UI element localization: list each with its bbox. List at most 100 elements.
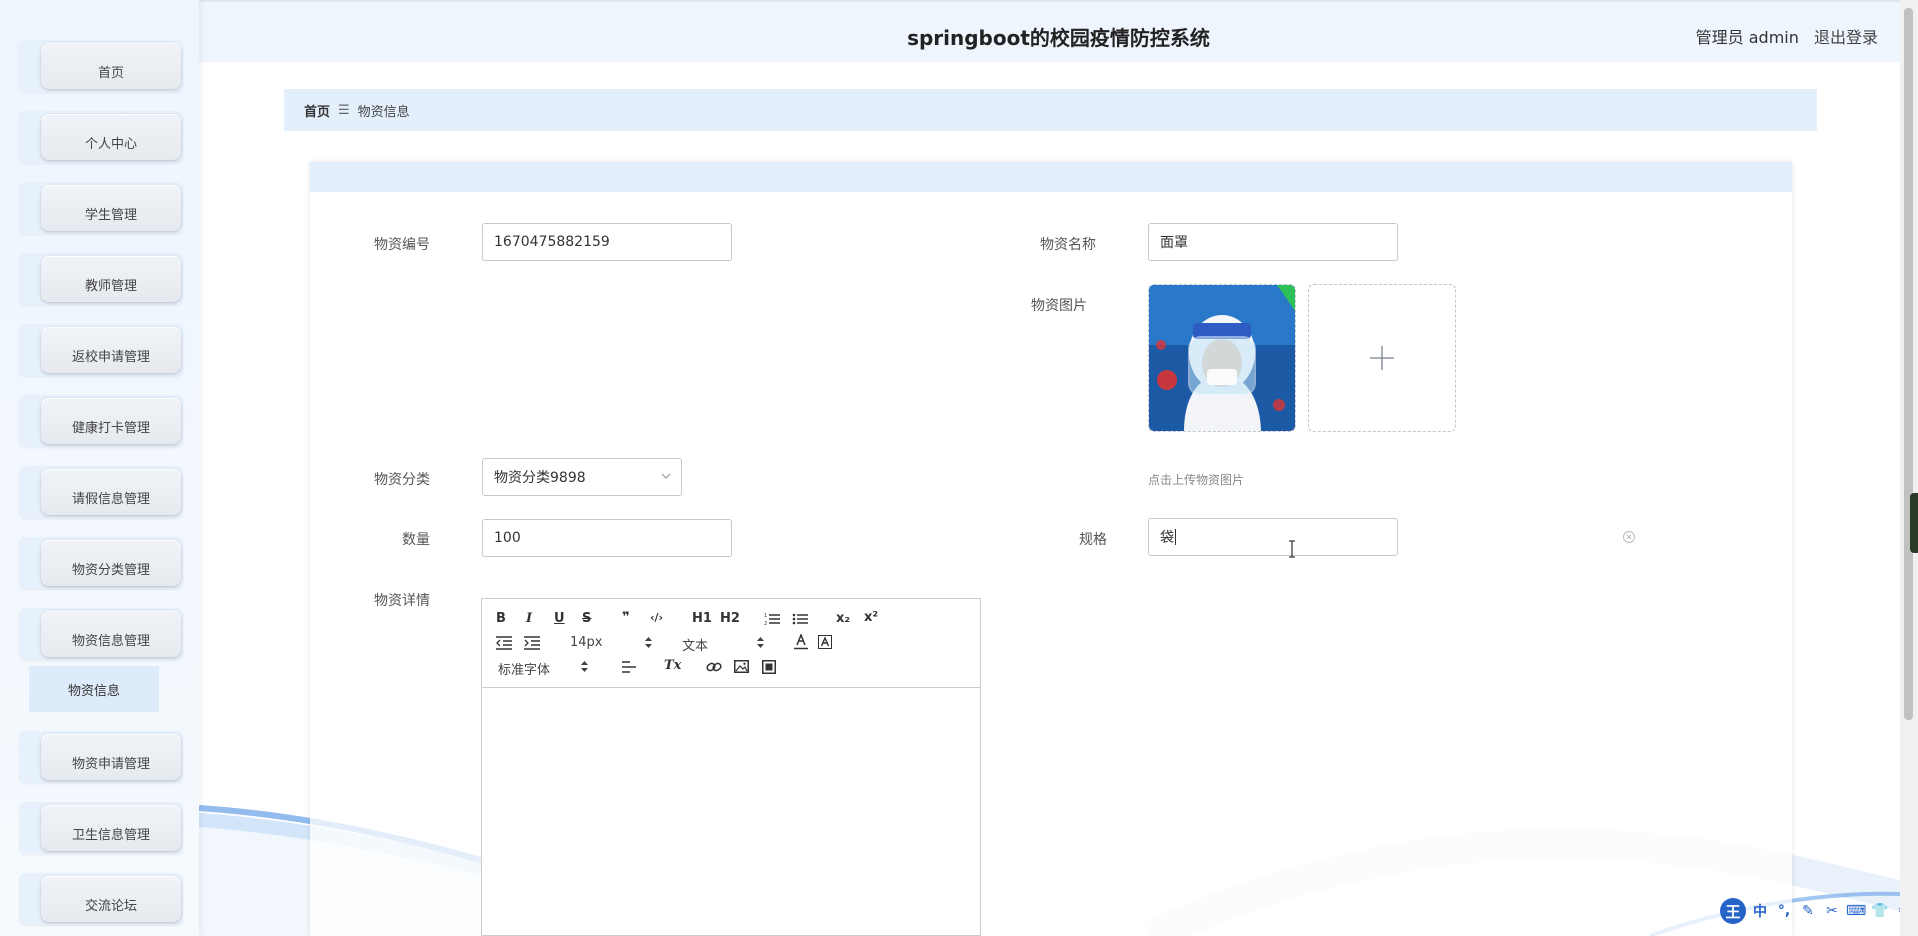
- superscript-button[interactable]: x²: [864, 610, 878, 625]
- svg-text:1: 1: [764, 613, 767, 619]
- user-role: 管理员 admin: [1695, 28, 1799, 47]
- sidebar-item-return-application[interactable]: 返校申请管理: [19, 324, 183, 376]
- sidebar-item-hygiene-info[interactable]: 卫生信息管理: [19, 802, 183, 854]
- sidebar-item-label: 学生管理: [41, 185, 181, 231]
- caret: [1175, 529, 1176, 545]
- sidebar-item-label: 物资申请管理: [41, 734, 181, 780]
- sidebar-item-material-category[interactable]: 物资分类管理: [19, 537, 183, 589]
- sidebar-item-label: 健康打卡管理: [41, 398, 181, 444]
- image-upload-button[interactable]: [1308, 284, 1456, 432]
- sidebar-item-material-application[interactable]: 物资申请管理: [19, 731, 183, 783]
- sidebar-item-label: 个人中心: [41, 114, 181, 160]
- material-detail-label: 物资详情: [374, 593, 430, 609]
- font-family-value: 标准字体: [498, 663, 551, 678]
- ime-screenshot-icon[interactable]: ✂: [1822, 903, 1842, 919]
- breadcrumb-home[interactable]: 首页: [304, 101, 330, 120]
- align-left-icon[interactable]: [622, 660, 636, 674]
- breadcrumb: 首页 ☰ 物资信息: [284, 89, 1817, 131]
- user-area: 管理员 admin 退出登录: [1696, 24, 1878, 48]
- editor-toolbar: B I U S ❞ ‹/› H1 H2 1 2 x₂ x² 14px 文本 标准…: [482, 599, 980, 688]
- material-category-label: 物资分类: [374, 472, 430, 488]
- outdent-icon[interactable]: [496, 636, 512, 650]
- page-scrollbar[interactable]: [1900, 0, 1918, 936]
- quantity-input[interactable]: 100: [482, 519, 732, 557]
- text-color-icon[interactable]: [794, 634, 808, 650]
- header-2-button[interactable]: H2: [720, 611, 740, 626]
- face-shield-photo: [1149, 285, 1295, 431]
- ordered-list-icon[interactable]: 1 2: [764, 612, 780, 626]
- header-type-select[interactable]: 文本: [682, 635, 766, 654]
- sidebar-item-label: 首页: [41, 43, 181, 89]
- material-image-thumbnail[interactable]: [1148, 284, 1296, 432]
- strike-button[interactable]: S: [582, 611, 591, 626]
- breadcrumb-current: 物资信息: [357, 104, 410, 120]
- sidebar-item-home[interactable]: 首页: [19, 40, 183, 92]
- ime-toolbar: 王 中 °, ✎ ✂ ⌨ 👕 ⚙: [1720, 898, 1918, 924]
- indent-icon[interactable]: [524, 636, 540, 650]
- material-form-card: 物资编号 1670475882159 物资名称 面罩 物资图片 点击上传物资图片…: [310, 162, 1792, 936]
- app-title: springboot的校园疫情防控系统: [907, 26, 1210, 50]
- select-arrows-icon: [645, 637, 652, 648]
- ime-logo-icon[interactable]: 王: [1720, 898, 1746, 924]
- sidebar-item-material-info[interactable]: 物资信息管理: [19, 608, 183, 660]
- sidebar-item-personal-center[interactable]: 个人中心: [19, 111, 183, 163]
- underline-button[interactable]: U: [554, 611, 565, 626]
- sidebar-item-forum[interactable]: 交流论坛: [19, 873, 183, 925]
- code-block-button[interactable]: ‹/›: [650, 611, 663, 624]
- subscript-button[interactable]: x₂: [836, 611, 850, 626]
- scrollbar-thumb[interactable]: [1904, 8, 1913, 720]
- side-floating-tab[interactable]: [1910, 493, 1918, 553]
- font-size-select[interactable]: 14px: [570, 635, 654, 650]
- italic-button[interactable]: I: [526, 611, 532, 626]
- blockquote-button[interactable]: ❞: [622, 610, 630, 625]
- top-header: springboot的校园疫情防控系统 管理员 admin 退出登录: [199, 0, 1918, 62]
- spec-input[interactable]: 袋: [1148, 518, 1398, 556]
- sidebar-item-label: 请假信息管理: [41, 469, 181, 515]
- bold-button[interactable]: B: [496, 611, 506, 626]
- bullet-list-icon[interactable]: [792, 612, 808, 626]
- background-color-icon[interactable]: [818, 635, 832, 649]
- sidebar-subitem-material-info[interactable]: 物资信息: [29, 666, 159, 712]
- header-1-button[interactable]: H1: [692, 611, 712, 626]
- clean-format-button[interactable]: Tx: [664, 658, 681, 673]
- clear-icon[interactable]: [1622, 530, 1636, 544]
- sidebar-item-teacher-management[interactable]: 教师管理: [19, 253, 183, 305]
- sidebar-item-health-checkin[interactable]: 健康打卡管理: [19, 395, 183, 447]
- select-arrows-icon: [757, 637, 764, 648]
- material-code-input[interactable]: 1670475882159: [482, 223, 732, 261]
- quantity-label: 数量: [402, 532, 430, 548]
- ime-keyboard-icon[interactable]: ⌨: [1846, 903, 1866, 919]
- video-icon[interactable]: [762, 660, 776, 674]
- sidebar-item-label: 交流论坛: [41, 876, 181, 922]
- sidebar-item-label: 物资信息管理: [41, 611, 181, 657]
- link-icon[interactable]: [706, 660, 722, 674]
- sidebar-item-student-management[interactable]: 学生管理: [19, 182, 183, 234]
- ime-chinese-mode[interactable]: 中: [1750, 901, 1770, 921]
- material-image-label: 物资图片: [1031, 298, 1087, 314]
- material-name-input[interactable]: 面罩: [1148, 223, 1398, 261]
- plus-icon: [1370, 346, 1394, 370]
- editor-content-area[interactable]: [482, 688, 980, 935]
- card-header-bar: [310, 162, 1792, 192]
- rich-text-editor: B I U S ❞ ‹/› H1 H2 1 2 x₂ x² 14px 文本 标准…: [481, 598, 981, 936]
- spec-value: 袋: [1160, 530, 1174, 546]
- breadcrumb-separator-icon: ☰: [338, 102, 350, 118]
- image-upload-hint: 点击上传物资图片: [1148, 473, 1245, 487]
- sidebar-item-label: 物资分类管理: [41, 540, 181, 586]
- ime-skin-icon[interactable]: 👕: [1870, 903, 1890, 919]
- select-arrows-icon: [581, 661, 588, 672]
- text-cursor-icon: [1289, 540, 1295, 558]
- svg-text:2: 2: [764, 621, 767, 626]
- header-type-value: 文本: [682, 639, 709, 654]
- material-category-select[interactable]: 物资分类9898: [482, 458, 682, 496]
- sidebar-item-label: 返校申请管理: [41, 327, 181, 373]
- image-icon[interactable]: [734, 660, 749, 673]
- ime-punctuation-icon[interactable]: °,: [1774, 903, 1794, 919]
- chevron-down-icon: [661, 473, 671, 479]
- font-family-select[interactable]: 标准字体: [498, 659, 590, 678]
- sidebar-item-leave-info[interactable]: 请假信息管理: [19, 466, 183, 518]
- sidebar: 首页 个人中心 学生管理 教师管理 返校申请管理 健康打卡管理 请假信息管理 物…: [0, 0, 199, 936]
- material-code-label: 物资编号: [374, 237, 430, 253]
- ime-handwriting-icon[interactable]: ✎: [1798, 903, 1818, 919]
- logout-link[interactable]: 退出登录: [1814, 28, 1878, 47]
